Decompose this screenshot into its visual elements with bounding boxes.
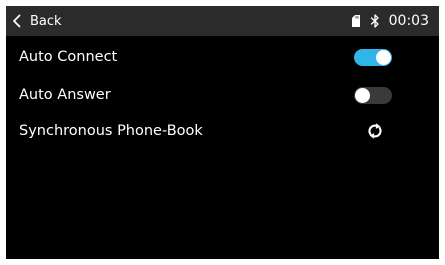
clock: 00:03 (388, 13, 429, 29)
setting-row-auto-answer: Auto Answer (6, 77, 439, 113)
bluetooth-settings-screen: Back 00:03 Auto Connect Auto Answer Sync… (6, 6, 439, 259)
setting-label-auto-connect: Auto Connect (19, 49, 118, 65)
setting-label-synchronous-phone-book: Synchronous Phone-Book (19, 123, 203, 139)
setting-row-synchronous-phone-book: Synchronous Phone-Book (6, 113, 439, 149)
chevron-left-icon (13, 14, 21, 28)
back-label: Back (30, 13, 62, 29)
setting-row-auto-connect: Auto Connect (6, 39, 439, 75)
setting-label-auto-answer: Auto Answer (19, 87, 111, 103)
toggle-knob (355, 88, 370, 103)
auto-answer-toggle[interactable] (354, 87, 392, 104)
sync-icon (368, 123, 382, 139)
auto-connect-toggle[interactable] (354, 49, 392, 66)
status-area: 00:03 (351, 6, 429, 36)
sync-button[interactable] (366, 122, 384, 140)
bluetooth-icon (370, 14, 379, 28)
back-button[interactable]: Back (12, 6, 62, 36)
sd-card-icon (351, 15, 360, 27)
top-bar: Back 00:03 (6, 6, 439, 36)
toggle-knob (376, 50, 391, 65)
